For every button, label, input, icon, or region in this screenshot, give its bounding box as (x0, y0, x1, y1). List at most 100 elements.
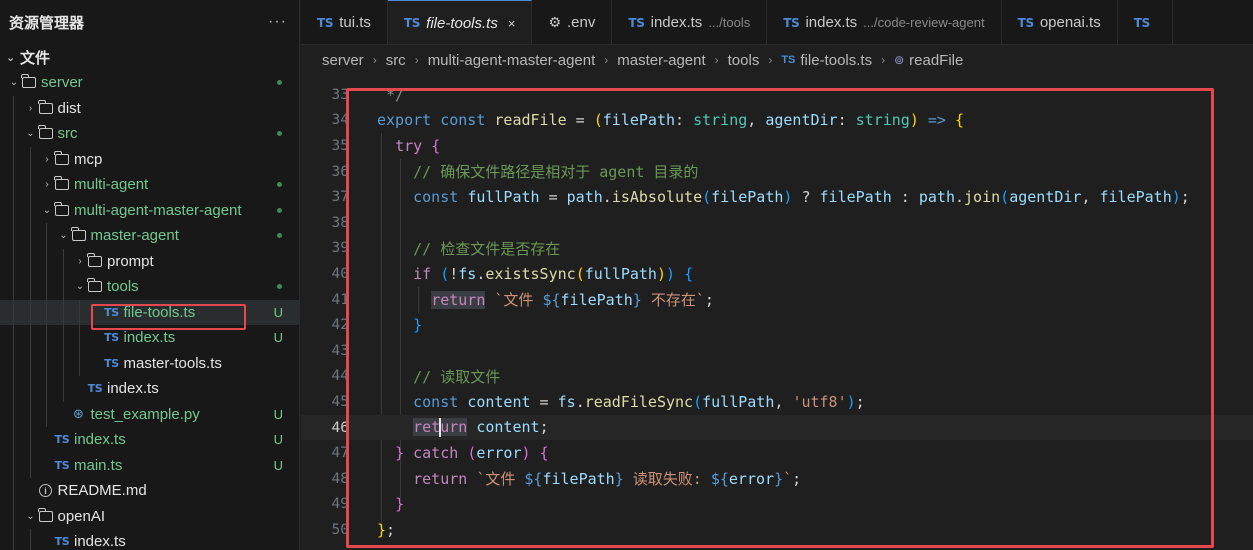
code-line[interactable]: 38 (301, 210, 1253, 236)
typescript-file-icon: TS (54, 433, 70, 446)
tree-item-test-example-py[interactable]: ›⊛test_example.pyU (0, 401, 299, 427)
python-file-icon: ⊛ (71, 406, 87, 422)
tab-path-hint: .../tools (708, 15, 751, 30)
close-icon[interactable]: × (508, 16, 516, 31)
code-line[interactable]: 36 // 确保文件路径是相对于 agent 目录的 (301, 159, 1253, 185)
code-text[interactable]: } catch (error) { (377, 444, 549, 462)
tree-item-main-ts[interactable]: ›TSmain.tsU (0, 452, 299, 478)
code-line[interactable]: 43 (301, 338, 1253, 364)
code-text[interactable]: }; (377, 521, 395, 539)
tree-item-file-tools-ts[interactable]: ›TSfile-tools.tsU (0, 299, 299, 325)
breadcrumb-item[interactable]: src (386, 52, 406, 69)
tree-item-src[interactable]: ⌄ src (0, 121, 299, 147)
code-editor[interactable]: 33 */ 34 export const readFile = (filePath… (301, 75, 1253, 550)
tab-index-ts[interactable]: TS index.ts .../code-review-agent (767, 0, 1002, 44)
code-text[interactable]: // 检查文件是否存在 (377, 238, 560, 259)
code-text[interactable]: */ (377, 86, 404, 104)
code-line[interactable]: 50}; (301, 517, 1253, 543)
typescript-file-icon: TS (54, 459, 70, 472)
breadcrumb-item[interactable]: multi-agent-master-agent (428, 52, 596, 69)
code-text[interactable]: if (!fs.existsSync(fullPath)) { (377, 265, 693, 283)
tree-item-multi-agent-master-agent[interactable]: ⌄ multi-agent-master-agent (0, 197, 299, 223)
code-text[interactable]: // 确保文件路径是相对于 agent 目录的 (377, 161, 698, 182)
tree-item-index-ts[interactable]: ›TSindex.tsU (0, 325, 299, 351)
code-text[interactable]: const content = fs.readFileSync(fullPath… (377, 393, 865, 411)
code-text[interactable]: return content; (377, 418, 549, 438)
tree-item-openai[interactable]: ⌄ openAI (0, 503, 299, 529)
indent-guide (46, 248, 47, 274)
code-line[interactable]: 39 // 检查文件是否存在 (301, 236, 1253, 262)
code-line[interactable]: 34 export const readFile = (filePath: str… (301, 108, 1253, 134)
tree-item-dist[interactable]: › dist (0, 95, 299, 121)
breadcrumb-item[interactable]: readFile (909, 52, 963, 69)
tree-item-index-ts[interactable]: ›TSindex.ts (0, 529, 299, 550)
tab-file-tools-ts[interactable]: TS file-tools.ts × (387, 0, 533, 44)
indent-guide (29, 223, 31, 249)
tree-item-label: multi-agent (74, 176, 149, 194)
folder-icon (54, 176, 70, 191)
indent-guide (46, 223, 47, 249)
line-number: 47 (331, 445, 349, 462)
tree-item-server[interactable]: ⌄ server (0, 70, 299, 96)
tree-item-master-tools-ts[interactable]: ›TSmaster-tools.ts (0, 350, 299, 376)
tree-item-index-ts[interactable]: ›TSindex.ts (0, 376, 299, 402)
breadcrumb-item[interactable]: master-agent (617, 52, 705, 69)
tab-openai-ts[interactable]: TS openai.ts (1002, 0, 1118, 44)
indent-guide (29, 376, 31, 402)
code-line[interactable]: 46 return content; (301, 414, 1253, 441)
indent-guide (13, 172, 14, 198)
code-line[interactable]: 49 } (301, 492, 1253, 518)
breadcrumb-item[interactable]: file-tools.ts (800, 52, 872, 69)
tree-item-multi-agent[interactable]: › multi-agent (0, 172, 299, 198)
folder-icon (70, 227, 87, 242)
code-text[interactable]: return `文件 ${filePath} 不存在`; (377, 289, 714, 310)
code-text[interactable]: return `文件 ${filePath} 读取失败: ${error}`; (377, 468, 801, 489)
line-number: 42 (331, 317, 349, 334)
typescript-file-icon: TS (1133, 15, 1151, 30)
code-text[interactable]: try { (377, 137, 440, 155)
code-line[interactable]: 45 const content = fs.readFileSync(fullP… (301, 389, 1253, 415)
tab-overflow[interactable]: TS (1118, 0, 1173, 44)
tab--env[interactable]: ⚙ .env (532, 0, 613, 44)
git-status-badge: U (273, 330, 283, 346)
breadcrumb: server › src › multi-agent-master-agent › mast… (301, 45, 1253, 75)
indent-guide (62, 274, 64, 300)
chevron-right-icon: › (78, 255, 82, 267)
files-section-header[interactable]: ⌄ 文件 (0, 44, 299, 70)
git-status-badge: U (273, 406, 283, 422)
code-line[interactable]: 40 if (!fs.existsSync(fullPath)) { (301, 261, 1253, 287)
chevron-right-icon: › (714, 53, 719, 67)
ts-badge: TS (104, 331, 119, 345)
indent-guide (62, 350, 64, 376)
breadcrumb-item[interactable]: tools (728, 52, 760, 69)
breadcrumb-item[interactable]: server (322, 52, 364, 69)
tab-path-hint: .../code-review-agent (863, 15, 985, 30)
code-line[interactable]: 42 } (301, 312, 1253, 338)
code-line[interactable]: 33 */ (301, 82, 1253, 108)
code-line[interactable]: 44 // 读取文件 (301, 364, 1253, 390)
code-text[interactable]: // 读取文件 (377, 366, 500, 387)
tab-index-ts[interactable]: TS index.ts .../tools (612, 0, 768, 44)
code-text[interactable]: export const readFile = (filePath: strin… (377, 111, 964, 129)
code-line[interactable]: 35 try { (301, 133, 1253, 159)
code-text[interactable]: } (377, 495, 404, 513)
code-text[interactable]: } (377, 316, 422, 334)
indent-guide (29, 172, 31, 198)
chevron-down-icon: ⌄ (26, 510, 35, 522)
tree-item-master-agent[interactable]: ⌄ master-agent (0, 223, 299, 249)
code-text[interactable]: const fullPath = path.isAbsolute(filePat… (377, 188, 1190, 206)
tree-item-index-ts[interactable]: ›TSindex.tsU (0, 427, 299, 453)
code-line[interactable]: 47 } catch (error) { (301, 440, 1253, 466)
tab-tui-ts[interactable]: TS tui.ts (301, 0, 388, 44)
code-line[interactable]: 41 return `文件 ${filePath} 不存在`; (301, 287, 1253, 313)
indent-guide (29, 350, 31, 376)
indent-guide (46, 274, 47, 300)
more-actions-icon[interactable]: ··· (268, 13, 287, 31)
code-line[interactable]: 37 const fullPath = path.isAbsolute(file… (301, 184, 1253, 210)
tree-item-readme-md[interactable]: ›iREADME.md (0, 478, 299, 504)
tree-item-tools[interactable]: ⌄ tools (0, 274, 299, 300)
code-line[interactable]: 48 return `文件 ${filePath} 读取失败: ${error}… (301, 466, 1253, 492)
chevron-right-icon: › (372, 53, 377, 67)
tree-item-mcp[interactable]: › mcp (0, 146, 299, 172)
tree-item-prompt[interactable]: › prompt (0, 248, 299, 274)
